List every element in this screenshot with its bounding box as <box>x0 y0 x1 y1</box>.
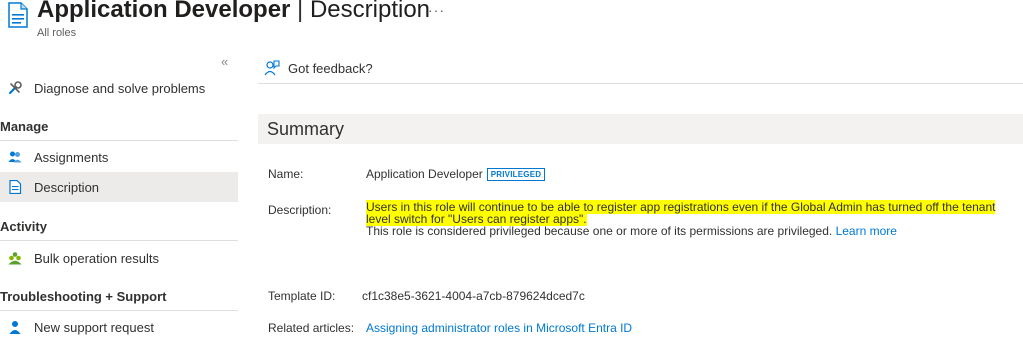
template-id-label: Template ID: <box>268 289 336 303</box>
section-activity: Activity <box>0 219 47 234</box>
breadcrumb[interactable]: All roles <box>37 27 76 39</box>
toolbar-divider <box>258 83 1023 84</box>
page-title-bold: Application Developer <box>37 0 291 23</box>
collapse-sidebar-button[interactable]: « <box>221 54 228 69</box>
sidebar-item-assignments[interactable]: Assignments <box>0 142 238 172</box>
sidebar-item-label: Assignments <box>34 149 109 165</box>
sidebar-item-description[interactable]: Description <box>0 172 238 202</box>
sidebar-item-new-support-request[interactable]: New support request <box>0 312 238 342</box>
section-divider <box>0 140 238 141</box>
section-divider <box>0 240 238 241</box>
sidebar-item-diagnose[interactable]: Diagnose and solve problems <box>0 73 238 103</box>
section-troubleshooting: Troubleshooting + Support <box>0 289 167 304</box>
related-article-link[interactable]: Assigning administrator roles in Microso… <box>366 321 632 335</box>
section-divider <box>0 310 238 311</box>
summary-section-header: Summary <box>258 114 1023 144</box>
feedback-label: Got feedback? <box>288 60 373 76</box>
support-person-icon <box>8 320 22 334</box>
wrench-icon <box>8 81 22 95</box>
name-value: Application Developer <box>366 167 483 181</box>
page-title: Application Developer | Description <box>37 0 430 24</box>
page-title-rest: Description <box>309 0 431 23</box>
bulk-people-icon <box>8 251 22 265</box>
sidebar-item-label: Bulk operation results <box>34 250 160 266</box>
more-options-button[interactable]: ··· <box>428 2 445 18</box>
name-value-row: Application Developer PRIVILEGED <box>366 167 546 181</box>
page-title-separator: | <box>290 0 310 23</box>
sidebar-item-label: Description <box>34 179 100 195</box>
description-value: Users in this role will continue to be a… <box>366 200 1023 238</box>
related-articles-label: Related articles: <box>268 321 355 335</box>
template-id-value: cf1c38e5-3621-4004-a7cb-879624dced7c <box>362 289 585 303</box>
document-icon <box>8 2 28 28</box>
description-line3: This role is considered privileged becau… <box>366 224 833 238</box>
sidebar-item-label: New support request <box>34 319 154 335</box>
name-label: Name: <box>268 167 304 181</box>
sidebar-item-bulk-operation-results[interactable]: Bulk operation results <box>0 243 238 273</box>
description-label: Description: <box>268 203 332 217</box>
summary-heading: Summary <box>267 119 345 139</box>
document-icon <box>8 179 22 195</box>
people-icon <box>8 150 22 164</box>
section-manage: Manage <box>0 119 49 134</box>
feedback-button[interactable]: Got feedback? <box>264 60 373 76</box>
sidebar-item-label: Diagnose and solve problems <box>34 80 206 96</box>
feedback-icon <box>264 60 280 76</box>
learn-more-link[interactable]: Learn more <box>836 224 897 238</box>
privileged-badge: PRIVILEGED <box>486 168 546 181</box>
